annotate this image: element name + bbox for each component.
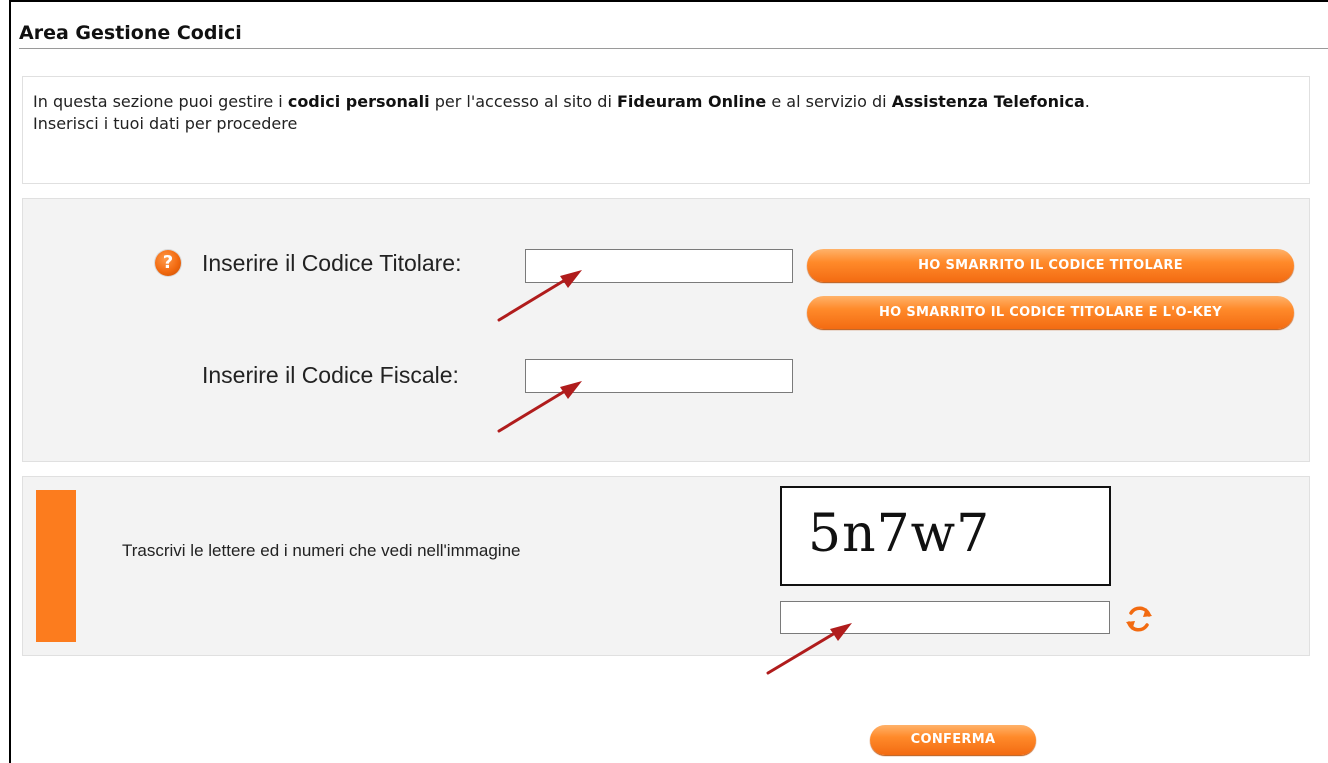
refresh-icon[interactable] xyxy=(1122,604,1156,634)
intro-text-1: In questa sezione puoi gestire i xyxy=(33,92,288,111)
intro-bold-assistenza: Assistenza Telefonica xyxy=(891,92,1085,111)
intro-box: In questa sezione puoi gestire i codici … xyxy=(22,76,1310,184)
titolare-label: Inserire il Codice Titolare: xyxy=(202,250,462,276)
intro-text-4: . xyxy=(1084,92,1090,111)
captcha-image: 5n7w7 xyxy=(780,486,1111,586)
captcha-instruction: Trascrivi le lettere ed i numeri che ved… xyxy=(122,541,521,560)
intro-text-2: per l'accesso al sito di xyxy=(429,92,617,111)
title-divider xyxy=(19,48,1328,49)
captcha-image-text: 5n7w7 xyxy=(808,504,991,564)
codice-titolare-input[interactable] xyxy=(525,249,793,283)
codice-fiscale-input[interactable] xyxy=(525,359,793,393)
intro-instruction: Inserisci i tuoi dati per procedere xyxy=(33,114,298,133)
question-icon[interactable]: ? xyxy=(155,250,181,276)
fiscale-label: Inserire il Codice Fiscale: xyxy=(202,362,459,388)
captcha-input[interactable] xyxy=(780,601,1110,634)
lost-code-and-okey-button[interactable]: HO SMARRITO IL CODICE TITOLARE E L'O-KEY xyxy=(807,296,1294,329)
intro-text-3: e al servizio di xyxy=(766,92,892,111)
intro-bold-codici: codici personali xyxy=(287,92,430,111)
intro-bold-fideuram: Fideuram Online xyxy=(617,92,767,111)
confirm-button[interactable]: CONFERMA xyxy=(870,725,1036,755)
lost-code-button[interactable]: HO SMARRITO IL CODICE TITOLARE xyxy=(807,249,1294,282)
orange-accent-bar xyxy=(36,490,76,642)
codes-panel xyxy=(22,198,1310,462)
page-title: Area Gestione Codici xyxy=(19,22,242,44)
captcha-panel xyxy=(22,476,1310,656)
